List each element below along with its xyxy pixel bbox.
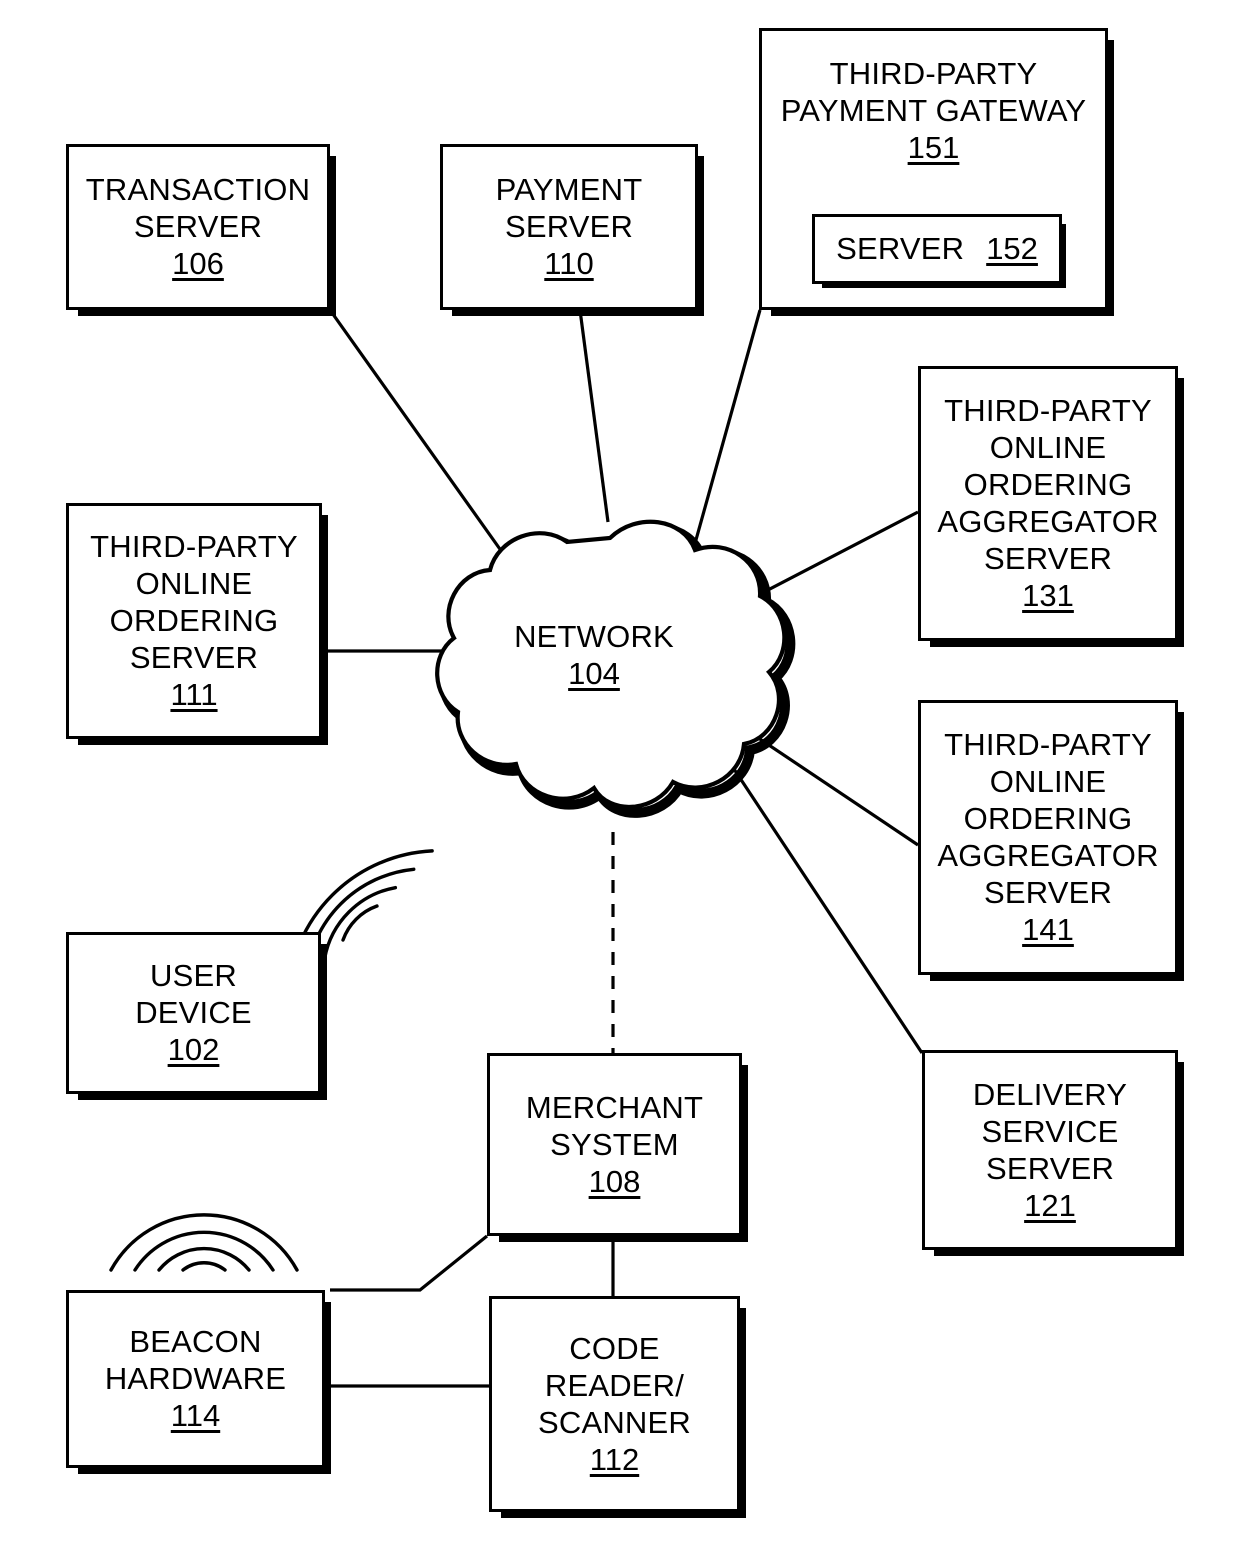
- node-payment-gateway-ref: 151: [907, 130, 960, 165]
- network-cloud-label: NETWORK 104: [424, 618, 764, 693]
- node-gateway-server[interactable]: SERVER 152: [812, 214, 1062, 284]
- node-user-device-ref: 102: [167, 1032, 220, 1067]
- node-user-device[interactable]: USER DEVICE 102: [66, 932, 321, 1094]
- node-beacon-hardware-ref: 114: [170, 1398, 221, 1433]
- node-ordering-server-ref: 111: [170, 677, 218, 712]
- node-transaction-server-ref: 106: [172, 246, 224, 281]
- node-code-reader-ref: 112: [589, 1441, 640, 1477]
- node-code-reader[interactable]: CODE READER/ SCANNER 112: [489, 1296, 740, 1512]
- network-cloud[interactable]: NETWORK 104: [424, 500, 796, 832]
- node-code-reader-title: CODE READER/ SCANNER: [538, 1330, 691, 1440]
- beacon-to-user-waves: [95, 1120, 315, 1272]
- node-delivery-server-ref: 121: [1024, 1187, 1076, 1223]
- node-delivery-server-title: DELIVERY SERVICE SERVER: [972, 1076, 1128, 1186]
- node-aggregator-141[interactable]: THIRD-PARTY ONLINE ORDERING AGGREGATOR S…: [918, 700, 1178, 975]
- node-aggregator-131[interactable]: THIRD-PARTY ONLINE ORDERING AGGREGATOR S…: [918, 366, 1178, 641]
- node-merchant-system-ref: 108: [588, 1163, 641, 1199]
- node-transaction-server[interactable]: TRANSACTION SERVER 106: [66, 144, 330, 310]
- node-user-device-title: USER DEVICE: [135, 958, 252, 1030]
- system-diagram: NETWORK 104 TRANSACTION SERVER 106 PAYME…: [0, 0, 1240, 1546]
- node-payment-server-title: PAYMENT SERVER: [495, 172, 643, 244]
- node-payment-gateway[interactable]: THIRD-PARTY PAYMENT GATEWAY 151 SERVER 1…: [759, 28, 1108, 310]
- node-transaction-server-title: TRANSACTION SERVER: [85, 172, 311, 244]
- node-payment-server[interactable]: PAYMENT SERVER 110: [440, 144, 698, 310]
- node-delivery-server[interactable]: DELIVERY SERVICE SERVER 121: [922, 1050, 1178, 1250]
- node-aggregator-131-title: THIRD-PARTY ONLINE ORDERING AGGREGATOR S…: [937, 393, 1159, 576]
- network-cloud-title: NETWORK: [514, 619, 674, 654]
- network-cloud-ref: 104: [568, 656, 620, 691]
- node-aggregator-141-ref: 141: [1022, 912, 1074, 947]
- node-ordering-server[interactable]: THIRD-PARTY ONLINE ORDERING SERVER 111: [66, 503, 322, 739]
- node-aggregator-141-title: THIRD-PARTY ONLINE ORDERING AGGREGATOR S…: [937, 727, 1159, 910]
- node-payment-server-ref: 110: [544, 246, 594, 281]
- node-gateway-server-title: SERVER: [836, 231, 965, 266]
- wire-payment-server-to-network: [578, 309, 610, 523]
- node-payment-gateway-title: THIRD-PARTY PAYMENT GATEWAY: [780, 56, 1087, 128]
- node-merchant-system[interactable]: MERCHANT SYSTEM 108: [487, 1053, 742, 1236]
- node-ordering-server-title: THIRD-PARTY ONLINE ORDERING SERVER: [90, 529, 298, 675]
- node-beacon-hardware-title: BEACON HARDWARE: [104, 1324, 287, 1396]
- wire-merchant-system-to-beacon: [330, 1234, 489, 1292]
- node-merchant-system-title: MERCHANT SYSTEM: [525, 1089, 704, 1162]
- node-aggregator-131-ref: 131: [1022, 578, 1074, 613]
- node-gateway-server-ref: 152: [986, 231, 1038, 266]
- node-beacon-hardware[interactable]: BEACON HARDWARE 114: [66, 1290, 325, 1468]
